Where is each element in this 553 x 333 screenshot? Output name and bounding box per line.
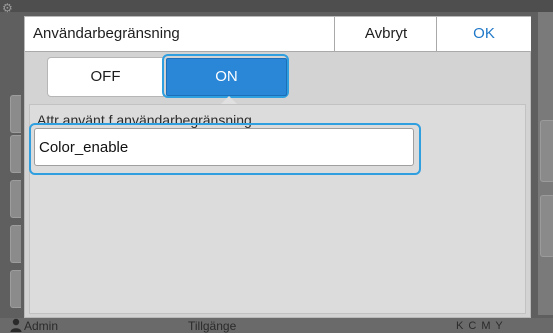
background-right-tab — [540, 195, 553, 257]
status-bar: Admin Tillgänge K C M Y — [0, 318, 553, 333]
toggle-off-button[interactable]: OFF — [47, 57, 164, 97]
status-text: Tillgänge — [188, 319, 237, 333]
background-side-button — [10, 180, 21, 218]
user-icon — [10, 318, 22, 332]
cancel-button[interactable]: Avbryt — [334, 17, 437, 51]
background-side-button — [10, 270, 21, 308]
background-side-button — [10, 135, 21, 173]
ok-button[interactable]: OK — [436, 17, 531, 51]
background-side-button — [10, 225, 21, 263]
panel-pointer — [221, 96, 237, 104]
status-user-name: Admin — [24, 319, 59, 333]
gear-icon: ⚙ — [2, 1, 13, 15]
background-side-button — [10, 95, 21, 133]
dialog-title-bar: Användarbegränsning Avbryt OK — [25, 17, 531, 52]
background-right-tab — [540, 120, 553, 182]
restriction-attribute-field[interactable]: Color_enable — [34, 128, 414, 166]
background-top-bar — [0, 0, 553, 12]
user-restriction-dialog: Användarbegränsning Avbryt OK OFF ON Att… — [24, 16, 531, 318]
ink-levels: K C M Y — [456, 320, 504, 332]
dialog-title: Användarbegränsning — [33, 25, 180, 42]
toggle-on-button[interactable]: ON — [166, 58, 287, 96]
